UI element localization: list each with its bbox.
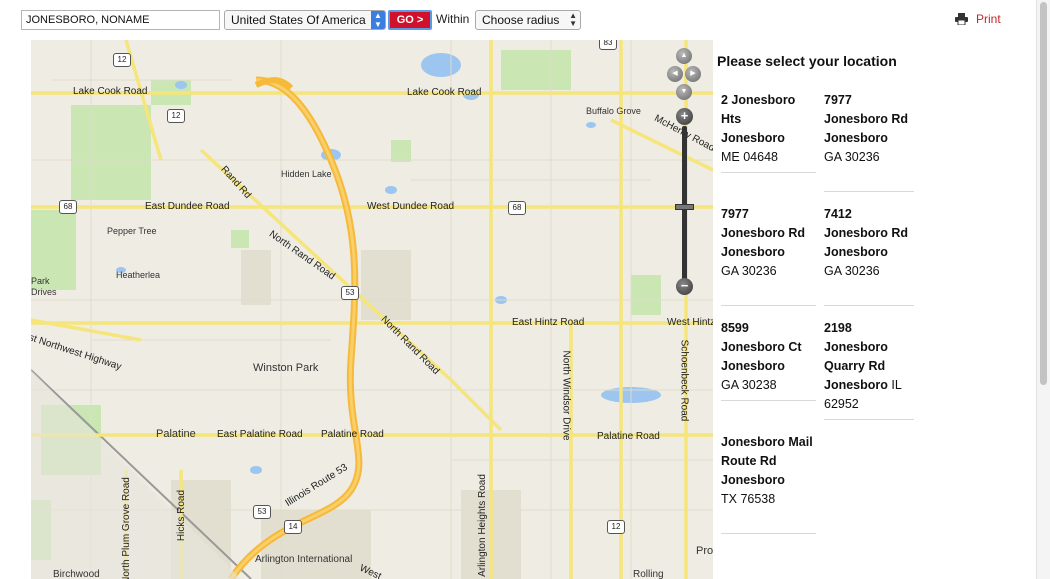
map-label: Lake Cook Road xyxy=(73,86,148,97)
location-result[interactable]: 2 Jonesboro Hts Jonesboro ME 04648 xyxy=(721,91,816,173)
map-label: Pepper Tree xyxy=(107,226,157,236)
result-state: GA 30238 xyxy=(721,378,777,392)
scrollbar-thumb[interactable] xyxy=(1040,2,1047,385)
pan-right-icon[interactable]: ▶ xyxy=(685,66,701,82)
map-label: Park xyxy=(31,276,50,286)
result-street: Jonesboro Mail Route Rd xyxy=(721,435,813,468)
within-label: Within xyxy=(436,12,470,26)
result-city: Jonesboro xyxy=(824,378,888,392)
route-shield: 68 xyxy=(59,200,77,214)
select-arrows-icon: ▲ ▼ xyxy=(569,11,577,28)
result-city: Jonesboro xyxy=(824,131,888,145)
location-result[interactable]: 2198 Jonesboro Quarry Rd Jonesboro IL 62… xyxy=(824,319,914,420)
result-state: GA 30236 xyxy=(721,264,777,278)
location-result[interactable]: Jonesboro Mail Route Rd Jonesboro TX 765… xyxy=(721,433,816,534)
map-label: Birchwood xyxy=(53,569,100,579)
radius-select-value: Choose radius xyxy=(482,13,560,27)
zoom-slider-handle[interactable] xyxy=(675,204,694,210)
result-city: Jonesboro xyxy=(721,245,785,259)
pan-up-icon[interactable]: ▲ xyxy=(676,48,692,64)
map-label: West Dundee Road xyxy=(367,201,455,212)
results-title: Please select your location xyxy=(717,53,897,69)
country-select-value: United States Of America xyxy=(231,13,366,27)
select-arrows-icon: ▲ ▼ xyxy=(371,11,385,29)
map-label: Pro xyxy=(696,545,713,557)
result-city: Jonesboro xyxy=(721,131,785,145)
map-label: West Hintz xyxy=(667,317,713,328)
location-result[interactable]: 7977 Jonesboro Rd Jonesboro GA 30236 xyxy=(824,91,914,192)
location-result[interactable]: 8599 Jonesboro Ct Jonesboro GA 30238 xyxy=(721,319,816,401)
country-select[interactable]: United States Of America ▲ ▼ xyxy=(224,10,386,30)
route-shield: 83 xyxy=(599,40,617,50)
zoom-out-button[interactable]: − xyxy=(676,278,693,295)
result-street: 7412 Jonesboro Rd xyxy=(824,207,909,240)
map-label: North Plum Grove Road xyxy=(120,477,132,579)
map-label: Palatine xyxy=(156,428,196,440)
go-button[interactable]: GO > xyxy=(388,10,432,30)
map-base xyxy=(31,40,713,579)
route-shield: 53 xyxy=(253,505,271,519)
map-label: Rolling xyxy=(633,569,664,579)
pan-down-icon[interactable]: ▼ xyxy=(676,84,692,100)
map[interactable]: Lake Cook Road Lake Cook Road Buffalo Gr… xyxy=(31,40,713,579)
map-label: Arlington Heights Road xyxy=(476,474,488,577)
result-street: 7977 Jonesboro Rd xyxy=(721,207,806,240)
map-label: Palatine Road xyxy=(597,431,660,442)
print-label: Print xyxy=(976,12,1001,26)
result-street: 2 Jonesboro Hts xyxy=(721,93,796,126)
route-shield: 14 xyxy=(284,520,302,534)
result-state: GA 30236 xyxy=(824,150,880,164)
route-shield: 12 xyxy=(167,109,185,123)
print-link[interactable]: Print xyxy=(955,12,1001,26)
pan-left-icon[interactable]: ◀ xyxy=(667,66,683,82)
map-zoom-controls: ▲ ◀ ▶ ▼ + − xyxy=(665,46,705,306)
route-shield: 53 xyxy=(341,286,359,300)
map-label: Palatine Road xyxy=(321,429,384,440)
route-shield: 12 xyxy=(113,53,131,67)
result-street: 8599 Jonesboro Ct xyxy=(721,321,802,354)
result-state: GA 30236 xyxy=(824,264,880,278)
zoom-in-button[interactable]: + xyxy=(676,108,693,125)
map-label: Heatherlea xyxy=(116,270,161,280)
route-shield: 68 xyxy=(508,201,526,215)
map-label: North Windsor Drive xyxy=(560,350,572,441)
map-label: Lake Cook Road xyxy=(407,87,482,98)
map-label: Buffalo Grove xyxy=(586,106,641,116)
result-city: Jonesboro xyxy=(721,473,785,487)
result-city: Jonesboro xyxy=(721,359,785,373)
result-street: 7977 Jonesboro Rd xyxy=(824,93,909,126)
result-city: Jonesboro xyxy=(824,245,888,259)
map-label: Hidden Lake xyxy=(281,169,332,179)
page-scrollbar[interactable] xyxy=(1036,0,1050,579)
map-label: East Dundee Road xyxy=(145,201,230,212)
location-search-input[interactable]: JONESBORO, NONAME xyxy=(21,10,220,30)
radius-select[interactable]: Choose radius ▲ ▼ xyxy=(475,10,581,30)
map-label: Hicks Road xyxy=(176,489,188,542)
route-shield: 12 xyxy=(607,520,625,534)
map-label: East Palatine Road xyxy=(217,429,303,440)
map-label: East Hintz Road xyxy=(512,317,585,328)
map-label: Winston Park xyxy=(253,362,319,374)
map-label: Arlington International xyxy=(255,554,353,565)
printer-icon xyxy=(955,13,968,26)
result-street: 2198 Jonesboro Quarry Rd xyxy=(824,321,888,373)
map-label: Schoenbeck Road xyxy=(678,339,690,422)
map-label: Drives xyxy=(31,287,57,297)
result-state: TX 76538 xyxy=(721,492,776,506)
location-result[interactable]: 7412 Jonesboro Rd Jonesboro GA 30236 xyxy=(824,205,914,306)
result-state: ME 04648 xyxy=(721,150,778,164)
location-result[interactable]: 7977 Jonesboro Rd Jonesboro GA 30236 xyxy=(721,205,816,306)
